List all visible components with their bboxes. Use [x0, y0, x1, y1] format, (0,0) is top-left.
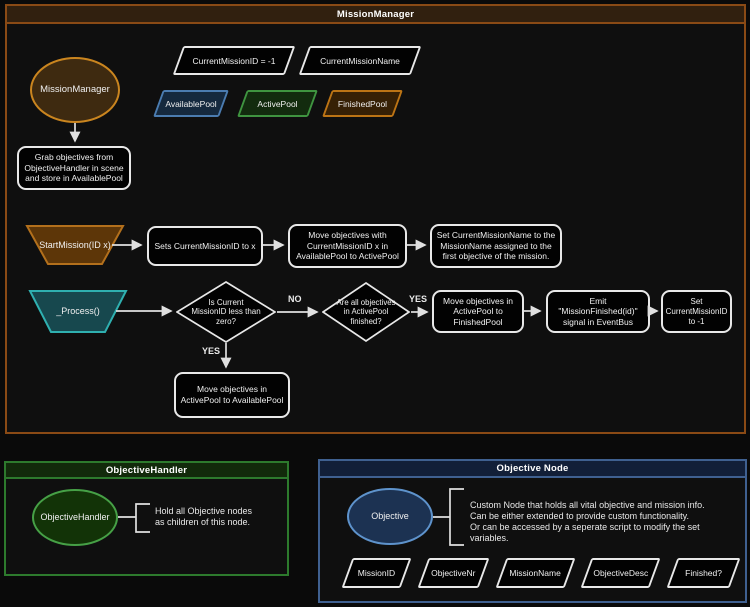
field-mission-id: MissionID: [341, 558, 412, 588]
step-grab-objectives: Grab objectives from ObjectiveHandler in…: [17, 146, 131, 190]
pool-active: ActivePool: [236, 90, 319, 117]
step-reset-mission-id: Set CurrentMissionID to -1: [661, 290, 732, 333]
decision-all-finished: Are all objectives in ActivePool finishe…: [322, 282, 410, 342]
step-set-mission-id: Sets CurrentMissionID to x: [147, 226, 263, 266]
objective-fields-row: MissionID ObjectiveNr MissionName Object…: [341, 558, 741, 588]
objective-node: Objective: [347, 488, 433, 545]
note-line: Can be either extended to provide custom…: [470, 510, 689, 521]
edge-label-yes: YES: [409, 294, 428, 304]
objective-handler-node: ObjectiveHandler: [32, 489, 118, 546]
var-current-mission-name: CurrentMissionName: [298, 46, 422, 75]
mission-manager-frame-title: MissionManager: [7, 6, 744, 24]
objective-node-frame-title: Objective Node: [320, 461, 745, 478]
field-objective-desc: ObjectiveDesc: [580, 558, 661, 588]
edge-label-no: NO: [288, 294, 302, 304]
decision-mission-id-negative: Is Current MissionID less than zero?: [176, 281, 276, 343]
field-finished: Finished?: [666, 558, 741, 588]
step-move-to-activepool: Move objectives with CurrentMissionID x …: [288, 224, 407, 268]
trigger-start-mission: StartMission(ID x): [25, 224, 125, 266]
field-objective-nr: ObjectiveNr: [417, 558, 490, 588]
note-line: Custom Node that holds all vital objecti…: [470, 500, 705, 510]
step-emit-signal: Emit "MissionFinished(id)" signal in Eve…: [546, 290, 650, 333]
pool-finished: FinishedPool: [321, 90, 404, 117]
field-mission-name: MissionName: [495, 558, 576, 588]
diagram-canvas: MissionManager ObjectiveHandler Objectiv…: [0, 0, 750, 607]
objective-handler-frame-title: ObjectiveHandler: [6, 463, 287, 479]
pool-available: AvailablePool: [152, 90, 230, 117]
step-set-mission-name: Set CurrentMissionName to the MissionNam…: [430, 224, 562, 268]
objective-handler-note: Hold all Objective nodes as children of …: [155, 506, 253, 527]
var-current-mission-id: CurrentMissionID = -1: [172, 46, 296, 75]
mission-manager-node: MissionManager: [30, 57, 120, 123]
objective-node-note: Custom Node that holds all vital objecti…: [470, 500, 738, 544]
step-move-to-finishedpool: Move objectives in ActivePool to Finishe…: [432, 290, 524, 333]
note-line: Or can be accessed by a seperate script …: [470, 521, 700, 543]
step-move-to-availablepool: Move objectives in ActivePool to Availab…: [174, 372, 290, 418]
edge-label-yes-down: YES: [202, 346, 221, 356]
trigger-process: _Process(): [28, 289, 128, 334]
